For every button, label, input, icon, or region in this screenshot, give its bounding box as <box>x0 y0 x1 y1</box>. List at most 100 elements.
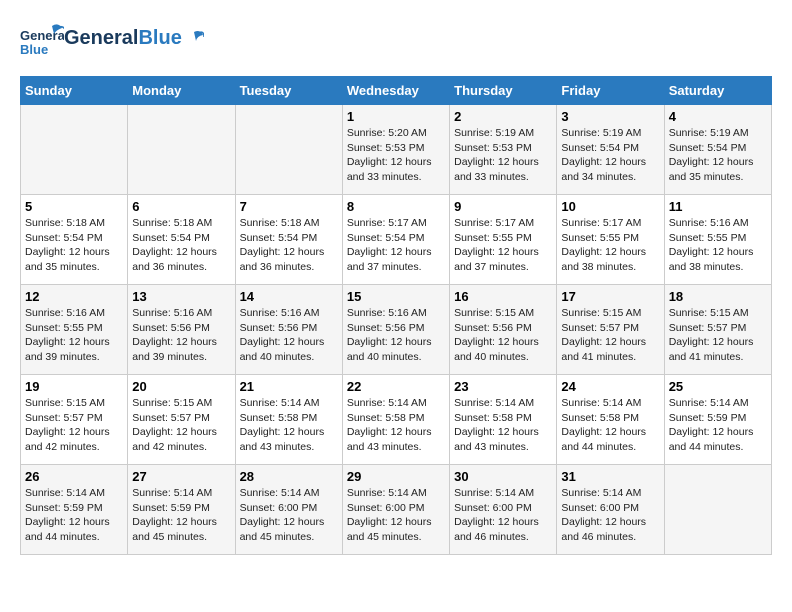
day-info: Sunrise: 5:19 AM Sunset: 5:54 PM Dayligh… <box>669 126 767 185</box>
day-info: Sunrise: 5:18 AM Sunset: 5:54 PM Dayligh… <box>25 216 123 275</box>
calendar-cell: 24Sunrise: 5:14 AM Sunset: 5:58 PM Dayli… <box>557 375 664 465</box>
day-number: 23 <box>454 379 552 394</box>
day-number: 7 <box>240 199 338 214</box>
day-number: 15 <box>347 289 445 304</box>
day-number: 4 <box>669 109 767 124</box>
day-number: 13 <box>132 289 230 304</box>
day-info: Sunrise: 5:14 AM Sunset: 6:00 PM Dayligh… <box>347 486 445 545</box>
day-info: Sunrise: 5:15 AM Sunset: 5:56 PM Dayligh… <box>454 306 552 365</box>
day-number: 27 <box>132 469 230 484</box>
day-info: Sunrise: 5:18 AM Sunset: 5:54 PM Dayligh… <box>132 216 230 275</box>
calendar-cell: 3Sunrise: 5:19 AM Sunset: 5:54 PM Daylig… <box>557 105 664 195</box>
calendar-cell: 18Sunrise: 5:15 AM Sunset: 5:57 PM Dayli… <box>664 285 771 375</box>
day-info: Sunrise: 5:17 AM Sunset: 5:55 PM Dayligh… <box>561 216 659 275</box>
day-info: Sunrise: 5:17 AM Sunset: 5:55 PM Dayligh… <box>454 216 552 275</box>
calendar-cell <box>235 105 342 195</box>
day-number: 26 <box>25 469 123 484</box>
day-info: Sunrise: 5:14 AM Sunset: 5:58 PM Dayligh… <box>240 396 338 455</box>
day-info: Sunrise: 5:16 AM Sunset: 5:55 PM Dayligh… <box>25 306 123 365</box>
calendar-cell: 22 Sunrise: 5:14 AM Sunset: 5:58 PM Dayli… <box>342 375 449 465</box>
day-info: Sunrise: 5:16 AM Sunset: 5:55 PM Dayligh… <box>669 216 767 275</box>
calendar-cell: 16 Sunrise: 5:15 AM Sunset: 5:56 PM Dayli… <box>450 285 557 375</box>
day-info: Sunrise: 5:18 AM Sunset: 5:54 PM Dayligh… <box>240 216 338 275</box>
calendar-week-row: 1 Sunrise: 5:20 AM Sunset: 5:53 PM Daylig… <box>21 105 772 195</box>
day-number: 18 <box>669 289 767 304</box>
logo-bird-icon <box>184 28 204 48</box>
calendar-cell: 5 Sunrise: 5:18 AM Sunset: 5:54 PM Daylig… <box>21 195 128 285</box>
calendar-cell: 26 Sunrise: 5:14 AM Sunset: 5:59 PM Dayli… <box>21 465 128 555</box>
day-info: Sunrise: 5:16 AM Sunset: 5:56 PM Dayligh… <box>240 306 338 365</box>
day-number: 21 <box>240 379 338 394</box>
calendar-cell <box>128 105 235 195</box>
calendar-cell: 28Sunrise: 5:14 AM Sunset: 6:00 PM Dayli… <box>235 465 342 555</box>
calendar-cell: 17Sunrise: 5:15 AM Sunset: 5:57 PM Dayli… <box>557 285 664 375</box>
day-info: Sunrise: 5:14 AM Sunset: 5:58 PM Dayligh… <box>347 396 445 455</box>
calendar-cell: 1 Sunrise: 5:20 AM Sunset: 5:53 PM Daylig… <box>342 105 449 195</box>
calendar-cell: 31 Sunrise: 5:14 AM Sunset: 6:00 PM Dayli… <box>557 465 664 555</box>
day-info: Sunrise: 5:20 AM Sunset: 5:53 PM Dayligh… <box>347 126 445 185</box>
calendar-cell: 15 Sunrise: 5:16 AM Sunset: 5:56 PM Dayli… <box>342 285 449 375</box>
day-info: Sunrise: 5:17 AM Sunset: 5:54 PM Dayligh… <box>347 216 445 275</box>
day-number: 25 <box>669 379 767 394</box>
calendar-cell: 23 Sunrise: 5:14 AM Sunset: 5:58 PM Dayli… <box>450 375 557 465</box>
calendar-week-row: 26 Sunrise: 5:14 AM Sunset: 5:59 PM Dayli… <box>21 465 772 555</box>
day-header-sunday: Sunday <box>21 77 128 105</box>
page-header: General Blue General Blue <box>20 20 772 64</box>
day-number: 12 <box>25 289 123 304</box>
day-info: Sunrise: 5:14 AM Sunset: 6:00 PM Dayligh… <box>240 486 338 545</box>
day-number: 30 <box>454 469 552 484</box>
calendar-cell: 20 Sunrise: 5:15 AM Sunset: 5:57 PM Dayli… <box>128 375 235 465</box>
calendar-cell: 8 Sunrise: 5:17 AM Sunset: 5:54 PM Daylig… <box>342 195 449 285</box>
day-header-thursday: Thursday <box>450 77 557 105</box>
calendar-cell: 14 Sunrise: 5:16 AM Sunset: 5:56 PM Dayli… <box>235 285 342 375</box>
calendar-cell: 25 Sunrise: 5:14 AM Sunset: 5:59 PM Dayli… <box>664 375 771 465</box>
day-number: 14 <box>240 289 338 304</box>
day-info: Sunrise: 5:14 AM Sunset: 5:59 PM Dayligh… <box>669 396 767 455</box>
calendar-cell <box>664 465 771 555</box>
day-number: 22 <box>347 379 445 394</box>
day-info: Sunrise: 5:14 AM Sunset: 6:00 PM Dayligh… <box>561 486 659 545</box>
logo-icon: General Blue <box>20 20 64 64</box>
calendar-cell: 21 Sunrise: 5:14 AM Sunset: 5:58 PM Dayli… <box>235 375 342 465</box>
day-number: 31 <box>561 469 659 484</box>
day-number: 10 <box>561 199 659 214</box>
day-info: Sunrise: 5:19 AM Sunset: 5:53 PM Dayligh… <box>454 126 552 185</box>
day-number: 2 <box>454 109 552 124</box>
day-number: 16 <box>454 289 552 304</box>
day-number: 1 <box>347 109 445 124</box>
day-info: Sunrise: 5:16 AM Sunset: 5:56 PM Dayligh… <box>132 306 230 365</box>
day-info: Sunrise: 5:15 AM Sunset: 5:57 PM Dayligh… <box>132 396 230 455</box>
day-info: Sunrise: 5:16 AM Sunset: 5:56 PM Dayligh… <box>347 306 445 365</box>
calendar-cell: 4 Sunrise: 5:19 AM Sunset: 5:54 PM Daylig… <box>664 105 771 195</box>
day-number: 5 <box>25 199 123 214</box>
day-info: Sunrise: 5:15 AM Sunset: 5:57 PM Dayligh… <box>25 396 123 455</box>
logo-general: General <box>64 27 138 50</box>
calendar-cell: 6 Sunrise: 5:18 AM Sunset: 5:54 PM Daylig… <box>128 195 235 285</box>
logo-blue: Blue <box>138 27 181 50</box>
svg-text:Blue: Blue <box>20 42 48 57</box>
day-number: 3 <box>561 109 659 124</box>
calendar-cell: 9 Sunrise: 5:17 AM Sunset: 5:55 PM Daylig… <box>450 195 557 285</box>
day-info: Sunrise: 5:14 AM Sunset: 5:58 PM Dayligh… <box>454 396 552 455</box>
calendar-cell: 29Sunrise: 5:14 AM Sunset: 6:00 PM Dayli… <box>342 465 449 555</box>
day-number: 8 <box>347 199 445 214</box>
day-header-friday: Friday <box>557 77 664 105</box>
calendar-cell: 13 Sunrise: 5:16 AM Sunset: 5:56 PM Dayli… <box>128 285 235 375</box>
day-number: 20 <box>132 379 230 394</box>
calendar-cell <box>21 105 128 195</box>
day-number: 11 <box>669 199 767 214</box>
calendar-header-row: SundayMondayTuesdayWednesdayThursdayFrid… <box>21 77 772 105</box>
svg-text:General: General <box>20 28 64 43</box>
calendar-cell: 2 Sunrise: 5:19 AM Sunset: 5:53 PM Daylig… <box>450 105 557 195</box>
logo: General Blue General Blue <box>20 20 204 64</box>
calendar-cell: 19 Sunrise: 5:15 AM Sunset: 5:57 PM Dayli… <box>21 375 128 465</box>
day-number: 19 <box>25 379 123 394</box>
day-number: 6 <box>132 199 230 214</box>
day-number: 17 <box>561 289 659 304</box>
calendar-cell: 7 Sunrise: 5:18 AM Sunset: 5:54 PM Daylig… <box>235 195 342 285</box>
day-number: 9 <box>454 199 552 214</box>
calendar-cell: 11 Sunrise: 5:16 AM Sunset: 5:55 PM Dayli… <box>664 195 771 285</box>
calendar-cell: 27Sunrise: 5:14 AM Sunset: 5:59 PM Dayli… <box>128 465 235 555</box>
day-info: Sunrise: 5:14 AM Sunset: 5:59 PM Dayligh… <box>25 486 123 545</box>
day-header-wednesday: Wednesday <box>342 77 449 105</box>
